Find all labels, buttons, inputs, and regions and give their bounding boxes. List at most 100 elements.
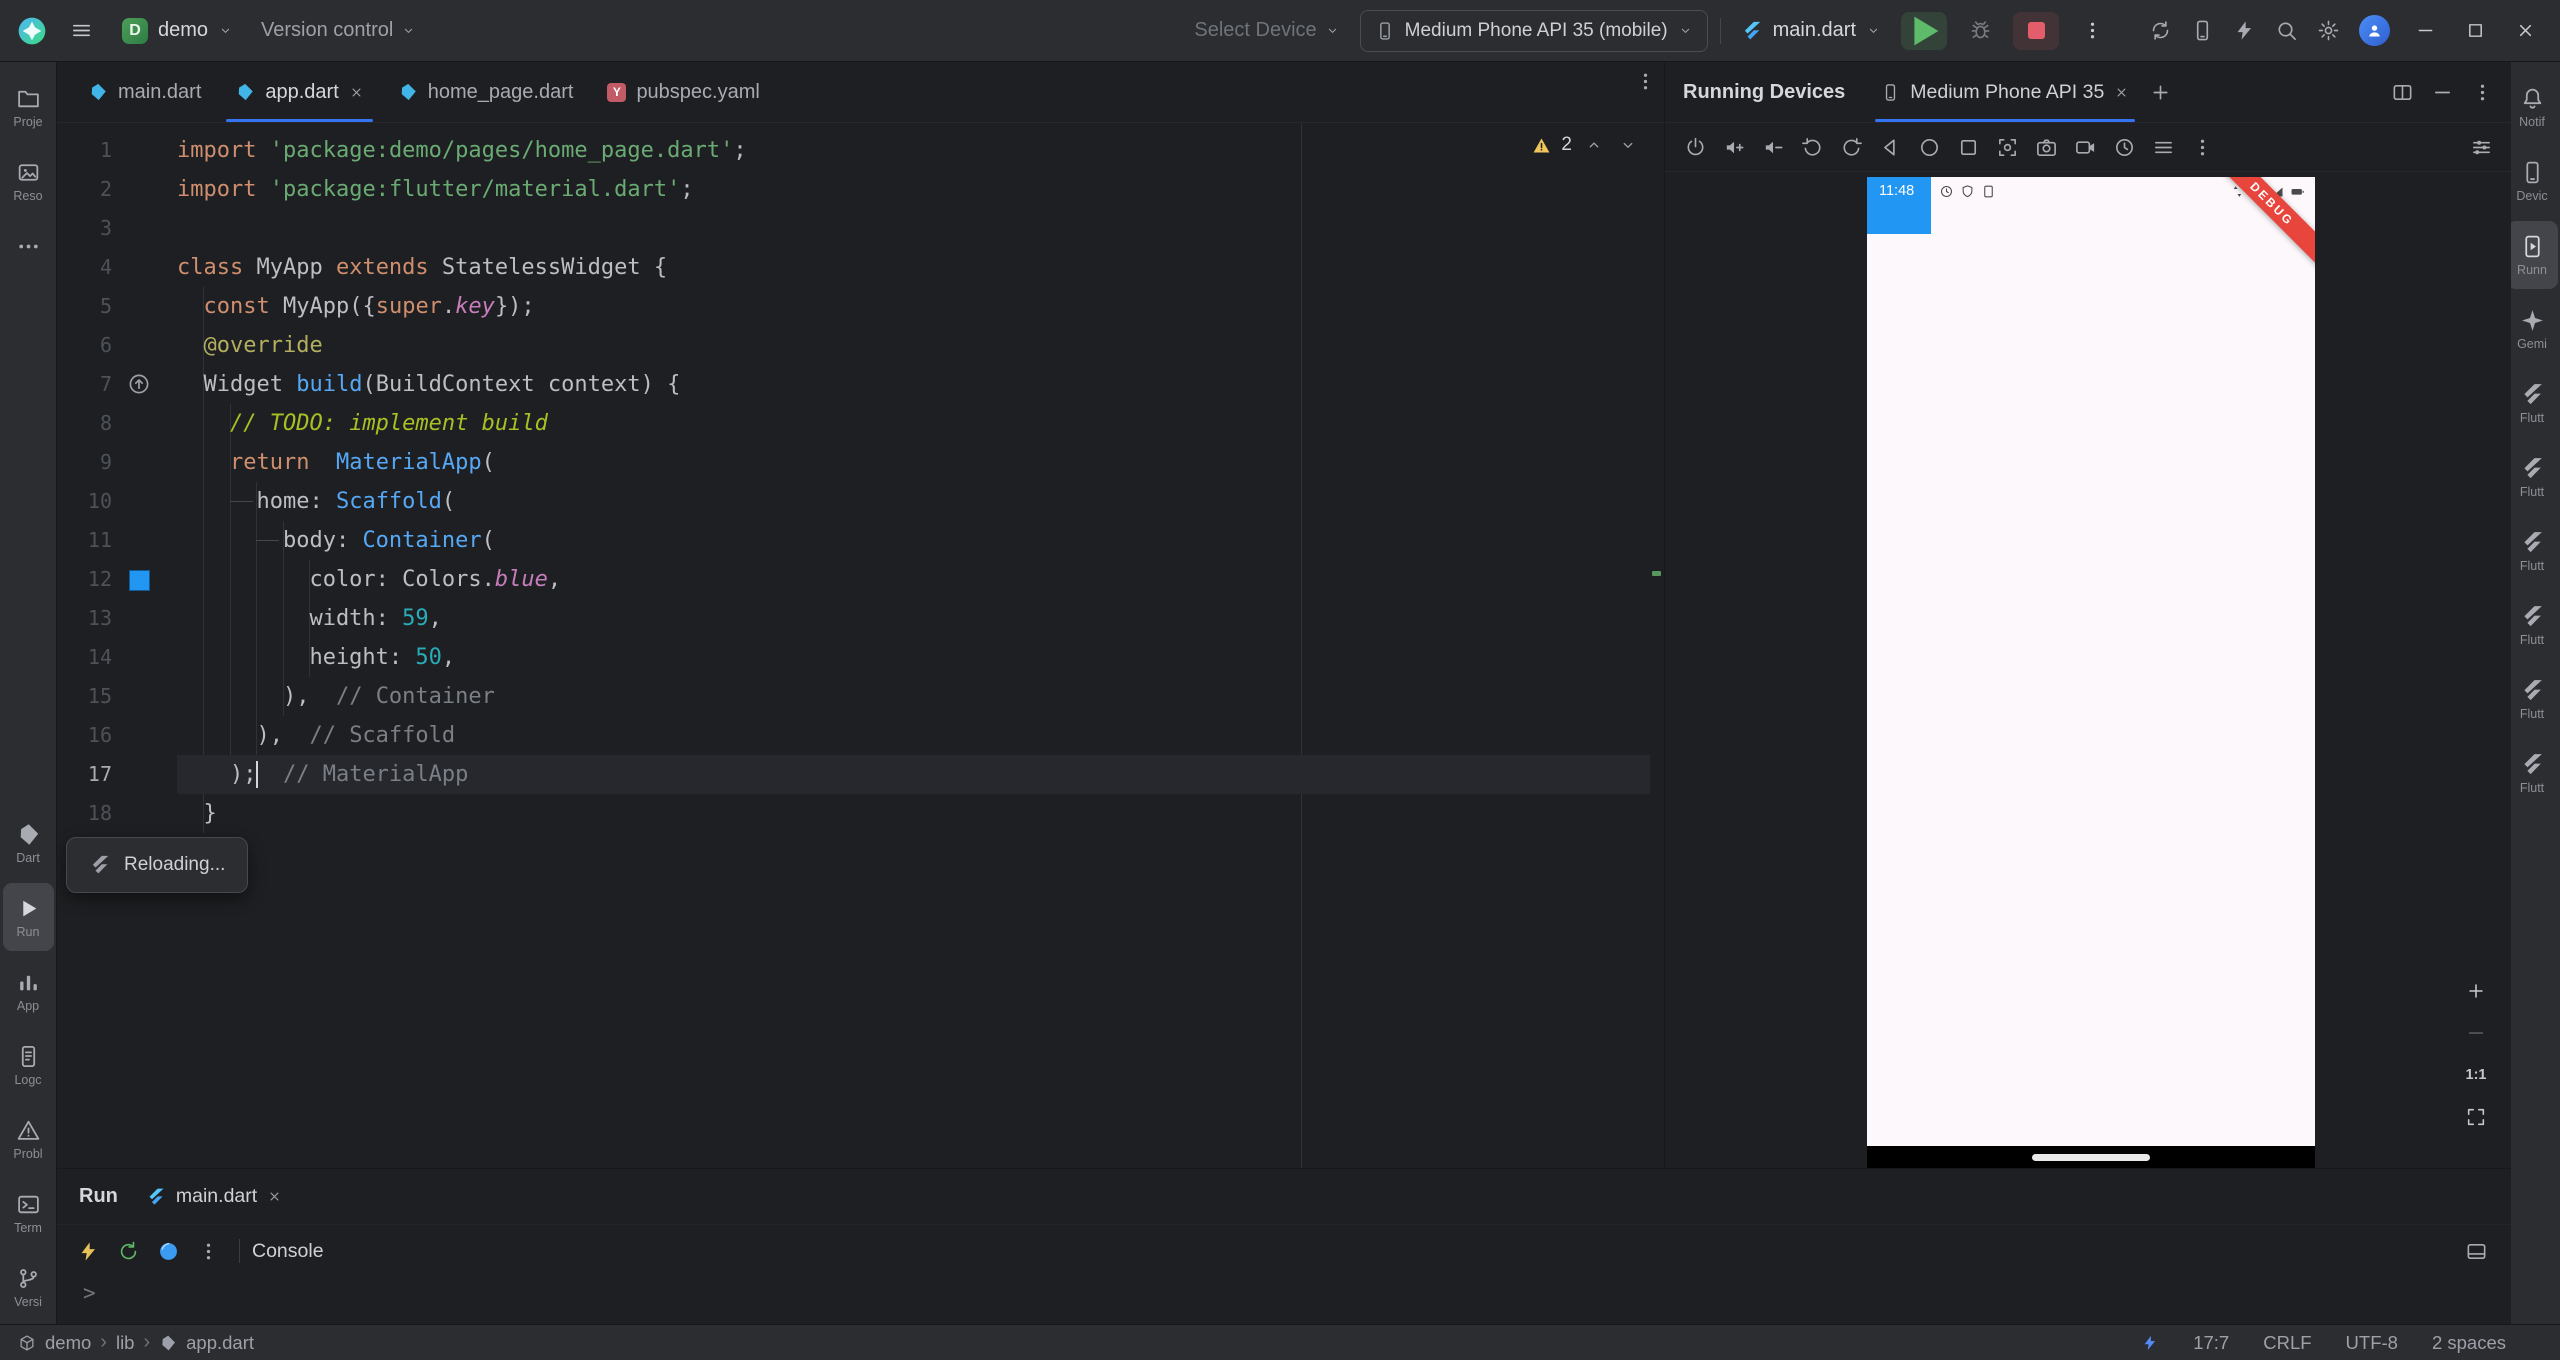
tool-window-button-app-quality-insights[interactable]: App — [3, 957, 54, 1025]
rotate-right-button[interactable] — [1833, 129, 1869, 165]
line-number[interactable]: 1 — [57, 131, 177, 170]
tool-window-button-flutter-tool[interactable]: Flutt — [2507, 591, 2558, 659]
line-number[interactable]: 10 — [57, 482, 177, 521]
code-editor[interactable]: 1 2 3 4 5 6 7 8 9 10 11 12 13 14 15 16 17 18 import 'pack… — [57, 123, 1664, 1168]
overview-button[interactable] — [1950, 129, 1986, 165]
tool-window-button-more-tool-windows[interactable] — [3, 221, 54, 271]
tool-window-button-gemini[interactable]: Gemi — [2507, 295, 2558, 363]
inspections-widget[interactable]: 2 — [1532, 133, 1640, 157]
code-line[interactable]: home: Scaffold( — [177, 482, 1650, 521]
line-number[interactable]: 2 — [57, 170, 177, 209]
line-number[interactable]: 16 — [57, 716, 177, 755]
layout-settings-button[interactable] — [2457, 1232, 2495, 1270]
tool-window-button-flutter-tool[interactable]: Flutt — [2507, 369, 2558, 437]
screen-record-button[interactable] — [2067, 129, 2103, 165]
close-button[interactable] — [2502, 10, 2548, 52]
home-button[interactable] — [1911, 129, 1947, 165]
code-line[interactable]: width: 59, — [177, 599, 1650, 638]
volume-down-button[interactable] — [1755, 129, 1791, 165]
code-line[interactable]: Widget build(BuildContext context) { — [177, 365, 1650, 404]
emulator-screen[interactable]: 11:48 3G DEBUG — [1867, 177, 2315, 1168]
line-number[interactable]: 7 — [57, 365, 177, 404]
zoom-in-button[interactable] — [2463, 978, 2489, 1004]
avatar[interactable] — [2359, 15, 2390, 46]
screenshot-button[interactable] — [1989, 129, 2025, 165]
tool-window-button-resource-manager[interactable]: Reso — [3, 147, 54, 215]
code-line[interactable]: color: Colors.blue, — [177, 560, 1650, 599]
code-line[interactable]: @override — [177, 326, 1650, 365]
editor-tab-home_page-dart[interactable]: home_page.dart — [381, 62, 591, 122]
breadcrumb-item[interactable]: demo — [45, 1332, 91, 1354]
code-line[interactable]: import 'package:demo/pages/home_page.dar… — [177, 131, 1650, 170]
editor-tab-app-dart[interactable]: app.dart — [218, 62, 380, 122]
console-output[interactable]: > — [57, 1277, 2511, 1327]
code-line[interactable]: // TODO: implement build — [177, 404, 1650, 443]
change-stripe-mark[interactable] — [1652, 571, 1661, 576]
device-tab[interactable]: Medium Phone API 35 — [1869, 62, 2141, 122]
sync-project-button[interactable] — [2141, 12, 2179, 50]
code-line[interactable]: body: Container( — [177, 521, 1650, 560]
tool-window-button-device-manager[interactable]: Devic — [2507, 147, 2558, 215]
tab-options-button[interactable] — [1626, 62, 1664, 100]
run-button[interactable] — [1901, 11, 1947, 50]
code-line[interactable]: return MaterialApp( — [177, 443, 1650, 482]
tool-window-button-running-devices[interactable]: Runn — [2506, 221, 2558, 289]
breadcrumb-item[interactable]: app.dart — [186, 1332, 254, 1354]
maximize-button[interactable] — [2452, 10, 2498, 52]
line-number[interactable]: 3 — [57, 209, 177, 248]
tool-window-button-problems[interactable]: Probl — [3, 1105, 54, 1173]
panel-options-button[interactable] — [2463, 73, 2501, 111]
power-button[interactable] — [1677, 129, 1713, 165]
menu-button[interactable] — [2145, 129, 2181, 165]
rotate-left-button[interactable] — [1794, 129, 1830, 165]
line-number[interactable]: 6 — [57, 326, 177, 365]
snapshot-button[interactable] — [2106, 129, 2142, 165]
tool-window-button-flutter-tool[interactable]: Flutt — [2507, 739, 2558, 807]
close-tab-icon[interactable] — [2114, 85, 2129, 100]
bolt-icon[interactable] — [2141, 1334, 2159, 1352]
minimize-button[interactable] — [2402, 10, 2448, 52]
override-icon[interactable] — [127, 372, 151, 396]
line-number[interactable]: 17 — [57, 755, 177, 794]
run-config-selector[interactable]: main.dart — [1733, 13, 1889, 48]
main-menu-button[interactable] — [60, 10, 102, 52]
line-number[interactable]: 15 — [57, 677, 177, 716]
code-line[interactable]: import 'package:flutter/material.dart'; — [177, 170, 1650, 209]
indent-setting[interactable]: 2 spaces — [2432, 1332, 2506, 1354]
next-problem-button[interactable] — [1616, 133, 1640, 157]
back-button[interactable] — [1872, 129, 1908, 165]
color-preview-swatch[interactable] — [129, 570, 150, 591]
tool-window-button-logcat[interactable]: Logc — [3, 1031, 54, 1099]
editor-tab-main-dart[interactable]: main.dart — [71, 62, 218, 122]
caret-position[interactable]: 17:7 — [2193, 1332, 2229, 1354]
code-pane[interactable]: import 'package:demo/pages/home_page.dar… — [177, 123, 1650, 1168]
line-number[interactable]: 18 — [57, 794, 177, 833]
code-line[interactable]: ), // Container — [177, 677, 1650, 716]
line-number[interactable]: 8 — [57, 404, 177, 443]
file-encoding[interactable]: UTF-8 — [2346, 1332, 2398, 1354]
close-tab-icon[interactable] — [349, 85, 364, 100]
line-separator[interactable]: CRLF — [2263, 1332, 2311, 1354]
console-label[interactable]: Console — [252, 1240, 324, 1263]
tool-window-button-flutter-tool[interactable]: Flutt — [2507, 443, 2558, 511]
settings-button[interactable] — [2309, 12, 2347, 50]
tool-window-button-run[interactable]: Run — [2, 883, 54, 951]
zoom-reset-button[interactable]: 1:1 — [2463, 1062, 2489, 1088]
hot-reload-button[interactable] — [69, 1232, 107, 1270]
line-number[interactable]: 12 — [57, 560, 177, 599]
code-line[interactable]: } — [177, 794, 1650, 833]
tool-window-button-flutter-tool[interactable]: Flutt — [2507, 517, 2558, 585]
open-devtools-button[interactable] — [149, 1232, 187, 1270]
code-line[interactable]: height: 50, — [177, 638, 1650, 677]
hide-panel-button[interactable] — [2423, 73, 2461, 111]
breadcrumb-item[interactable]: lib — [116, 1332, 135, 1354]
tool-window-button-terminal[interactable]: Term — [3, 1179, 54, 1247]
editor-tab-pubspec-yaml[interactable]: Ypubspec.yaml — [590, 62, 776, 122]
code-line[interactable]: ); // MaterialApp — [177, 755, 1650, 794]
nav-handle[interactable] — [2032, 1153, 2150, 1161]
line-number[interactable]: 5 — [57, 287, 177, 326]
line-number[interactable]: 4 — [57, 248, 177, 287]
code-line[interactable]: ), // Scaffold — [177, 716, 1650, 755]
zoom-fit-button[interactable] — [2463, 1104, 2489, 1130]
extended-controls-button[interactable] — [2463, 129, 2499, 165]
